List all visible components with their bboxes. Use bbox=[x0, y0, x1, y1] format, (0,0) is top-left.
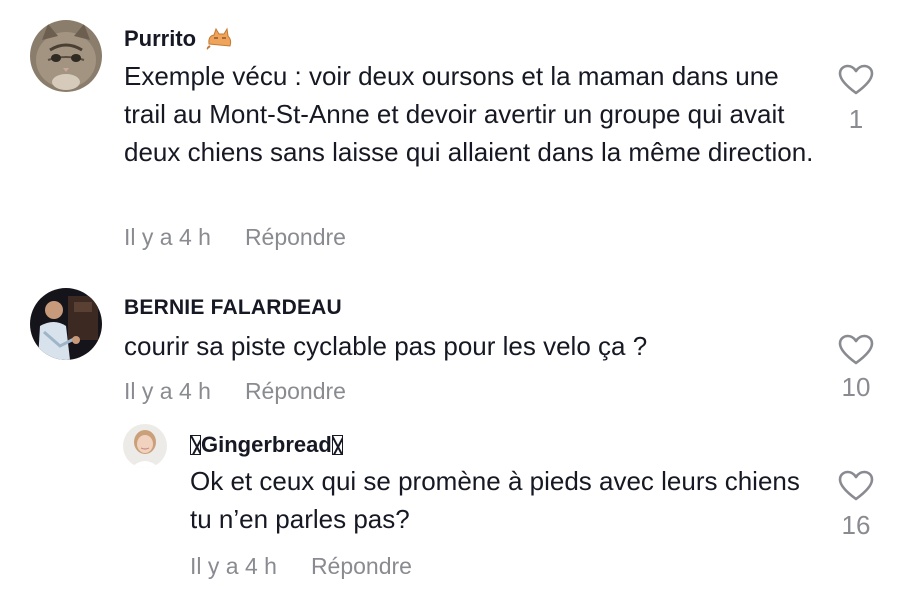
timestamp: Il y a 4 h bbox=[190, 553, 277, 579]
timestamp: Il y a 4 h bbox=[124, 378, 211, 404]
comment-meta: Il y a 4 h Répondre bbox=[124, 224, 346, 251]
comment-meta: Il y a 4 h Répondre bbox=[190, 553, 412, 580]
comment-text: Ok et ceux qui se promène à pieds avec l… bbox=[190, 466, 800, 534]
cat-icon bbox=[206, 26, 234, 56]
comment-meta: Il y a 4 h Répondre bbox=[124, 378, 346, 405]
missing-glyph-icon bbox=[331, 435, 343, 455]
like-count: 1 bbox=[848, 104, 864, 134]
username[interactable]: Gingerbread bbox=[190, 432, 343, 458]
username-text: Purrito bbox=[124, 26, 197, 51]
username[interactable]: Purrito bbox=[124, 26, 234, 56]
reply-button[interactable]: Répondre bbox=[245, 378, 346, 404]
comment-text: courir sa piste cyclable pas pour les ve… bbox=[124, 331, 648, 361]
heart-outline-icon[interactable] bbox=[838, 64, 874, 96]
like-count: 16 bbox=[841, 510, 871, 540]
like-count: 10 bbox=[841, 372, 871, 402]
comment-text: Exemple vécu : voir deux oursons et la m… bbox=[124, 61, 814, 167]
heart-outline-icon[interactable] bbox=[838, 334, 874, 366]
reply-button[interactable]: Répondre bbox=[311, 553, 412, 579]
username-text: Gingerbread bbox=[201, 432, 332, 457]
heart-outline-icon[interactable] bbox=[838, 470, 874, 502]
missing-glyph-icon bbox=[190, 435, 201, 455]
reply-button[interactable]: Répondre bbox=[245, 224, 346, 250]
username[interactable]: BERNIE FALARDEAU bbox=[124, 296, 342, 320]
timestamp: Il y a 4 h bbox=[124, 224, 211, 250]
username-text: BERNIE FALARDEAU bbox=[124, 296, 342, 319]
avatar[interactable] bbox=[30, 20, 102, 92]
avatar[interactable] bbox=[30, 288, 102, 360]
avatar[interactable] bbox=[123, 424, 167, 468]
